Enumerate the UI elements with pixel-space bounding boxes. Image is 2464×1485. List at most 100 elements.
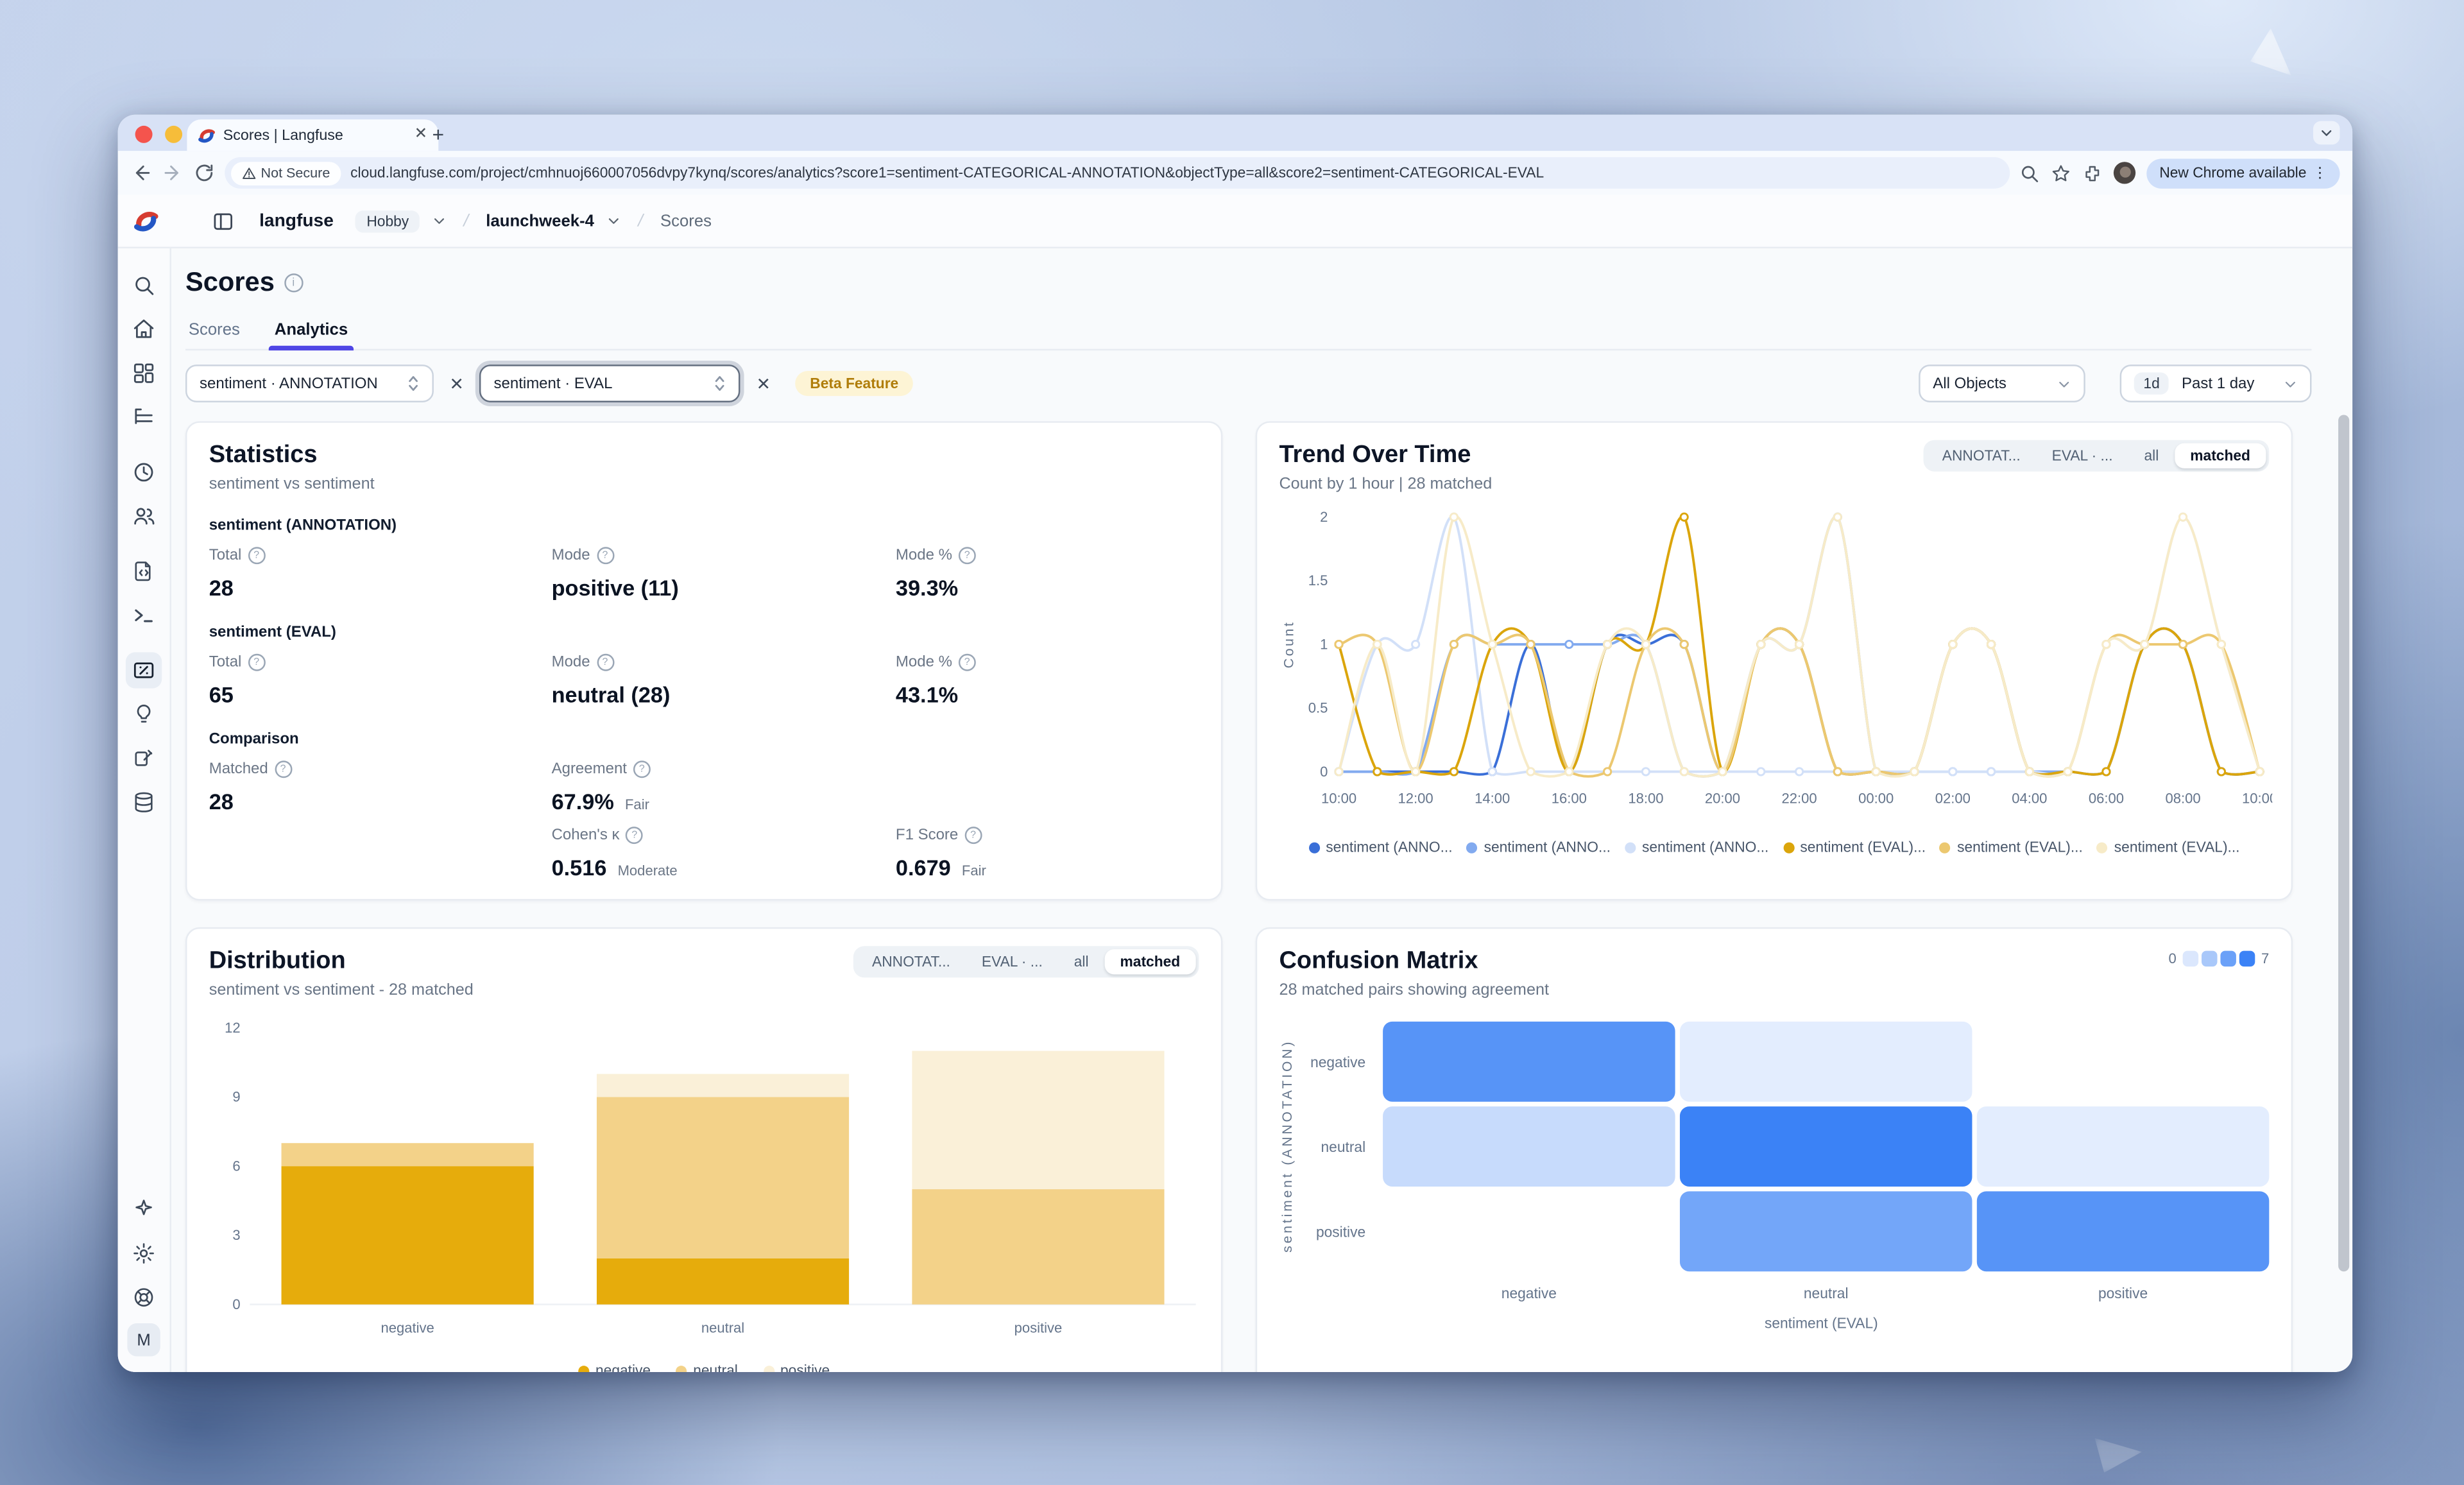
svg-text:18:00: 18:00	[1628, 790, 1663, 806]
sidebar-item-prompts[interactable]	[126, 553, 162, 589]
confusion-cell-negative-positive[interactable]	[1977, 1022, 2270, 1102]
toggle-annotat-[interactable]: ANNOTAT...	[1926, 443, 2036, 468]
confusion-cell-positive-positive[interactable]	[1977, 1191, 2270, 1271]
search-icon	[132, 273, 156, 297]
back-icon[interactable]	[130, 162, 152, 184]
svg-text:14:00: 14:00	[1475, 790, 1510, 806]
toggle-eval-[interactable]: EVAL · ...	[966, 949, 1058, 974]
help-icon[interactable]: ?	[633, 760, 651, 778]
not-secure-label: Not Secure	[261, 165, 330, 180]
score1-value: sentiment · ANNOTATION	[200, 375, 378, 392]
object-type-select[interactable]: All Objects	[1919, 365, 2085, 402]
breadcrumb-separator: /	[462, 211, 471, 230]
browser-tab[interactable]: Scores | Langfuse ✕	[187, 119, 438, 151]
sidebar-item-annotation-queues[interactable]	[126, 740, 162, 776]
score1-select[interactable]: sentiment · ANNOTATION	[185, 365, 434, 402]
toggle-all[interactable]: all	[2128, 443, 2175, 468]
statistics-groups: sentiment (ANNOTATION)Total?28Mode?posit…	[209, 517, 1199, 880]
confusion-cell-negative-negative[interactable]	[1383, 1022, 1675, 1102]
browser-profile-avatar[interactable]	[2114, 162, 2135, 184]
sidebar-item-datasets[interactable]	[126, 784, 162, 820]
confusion-cell-positive-negative[interactable]	[1383, 1191, 1675, 1271]
project-switcher-chevron-icon[interactable]	[607, 214, 621, 228]
toggle-matched[interactable]: matched	[1104, 949, 1196, 974]
not-secure-chip[interactable]: Not Secure	[231, 161, 341, 185]
sidebar-item-home[interactable]	[126, 311, 162, 347]
bookmark-star-icon[interactable]	[2051, 162, 2071, 183]
toggle-all[interactable]: all	[1058, 949, 1104, 974]
stat-qualifier: Moderate	[618, 863, 678, 878]
help-icon[interactable]: ?	[596, 654, 613, 671]
legend-dot	[1625, 841, 1636, 852]
chrome-update-pill[interactable]: New Chrome available ⋮	[2147, 158, 2340, 188]
stat-label: Mode?	[552, 547, 896, 564]
sidebar-item-tracing[interactable]	[126, 399, 162, 435]
sidebar-item-playground[interactable]	[126, 597, 162, 633]
trend-panel: Trend Over Time Count by 1 hour | 28 mat…	[1256, 421, 2293, 900]
org-switcher-chevron-icon[interactable]	[432, 214, 447, 228]
address-bar[interactable]: Not Secure cloud.langfuse.com/project/cm…	[225, 157, 2010, 189]
legend-dot	[763, 1365, 774, 1372]
tab-close-icon[interactable]: ✕	[415, 127, 428, 142]
sidebar-item-support[interactable]	[126, 1279, 162, 1315]
confusion-cell-neutral-neutral[interactable]	[1680, 1106, 1972, 1187]
minimize-window-button[interactable]	[165, 125, 182, 142]
sidebar-item-users[interactable]	[126, 498, 162, 534]
svg-text:1: 1	[1320, 636, 1328, 652]
tab-scores[interactable]: Scores	[185, 314, 243, 349]
help-icon[interactable]: ?	[275, 760, 292, 778]
kebab-menu-icon[interactable]: ⋮	[2313, 164, 2327, 182]
help-icon[interactable]: ?	[248, 654, 265, 671]
sidebar-item-settings[interactable]	[126, 1235, 162, 1271]
remove-score1-button[interactable]: ✕	[447, 373, 467, 394]
sidebar-item-ai-assistant[interactable]	[126, 1191, 162, 1227]
help-icon[interactable]: ?	[964, 827, 982, 844]
help-icon[interactable]: ?	[248, 547, 265, 564]
zoom-page-icon[interactable]	[2019, 162, 2040, 183]
help-icon[interactable]: ?	[959, 654, 976, 671]
stat-metric: Matched?28	[209, 760, 552, 814]
annotation-queues-icon	[132, 746, 156, 770]
stat-metric: Total?28	[209, 547, 552, 600]
forward-icon[interactable]	[162, 162, 184, 184]
tab-analytics[interactable]: Analytics	[271, 314, 351, 349]
stat-metric	[896, 760, 1199, 814]
extensions-icon[interactable]	[2082, 162, 2103, 183]
org-name[interactable]: langfuse	[259, 211, 334, 230]
user-avatar[interactable]: M	[127, 1323, 160, 1356]
confusion-cell-positive-neutral[interactable]	[1680, 1191, 1972, 1271]
close-window-button[interactable]	[135, 125, 153, 142]
sidebar-item-sessions[interactable]	[126, 454, 162, 490]
scale-swatches	[2183, 951, 2255, 966]
sidebar-item-evaluators[interactable]	[126, 696, 162, 732]
project-name[interactable]: launchweek-4	[486, 211, 594, 230]
help-icon[interactable]: ?	[596, 547, 613, 564]
toggle-eval-[interactable]: EVAL · ...	[2036, 443, 2128, 468]
toggle-matched[interactable]: matched	[2175, 443, 2266, 468]
reload-icon[interactable]	[193, 162, 215, 184]
toolbar-actions: New Chrome available ⋮	[2019, 158, 2340, 188]
sidebar-item-dashboard[interactable]	[126, 355, 162, 391]
browser-toolbar: Not Secure cloud.langfuse.com/project/cm…	[118, 151, 2352, 195]
svg-text:1.5: 1.5	[1308, 572, 1328, 588]
distribution-panel: Distribution sentiment vs sentiment - 28…	[185, 927, 1222, 1372]
remove-score2-button[interactable]: ✕	[753, 373, 774, 394]
chevron-down-icon	[2283, 377, 2297, 391]
scrollbar-thumb[interactable]	[2338, 415, 2349, 1272]
help-icon[interactable]: ?	[959, 547, 976, 564]
new-tab-button[interactable]: +	[432, 123, 444, 146]
legend-item: neutral	[676, 1362, 738, 1372]
sidebar-item-scores[interactable]	[126, 652, 162, 688]
date-range-select[interactable]: 1d Past 1 day	[2120, 365, 2312, 402]
stat-metric: Mode?positive (11)	[552, 547, 896, 600]
tab-search-chevron-icon[interactable]	[2313, 121, 2340, 145]
confusion-cell-negative-neutral[interactable]	[1680, 1022, 1972, 1102]
confusion-cell-neutral-positive[interactable]	[1977, 1106, 2270, 1187]
info-icon[interactable]: i	[284, 273, 303, 292]
sidebar-toggle-icon[interactable]	[212, 210, 234, 232]
toggle-annotat-[interactable]: ANNOTAT...	[857, 949, 966, 974]
help-icon[interactable]: ?	[626, 827, 643, 844]
score2-select[interactable]: sentiment · EVAL	[479, 365, 740, 402]
sidebar-item-search[interactable]	[126, 267, 162, 303]
confusion-cell-neutral-negative[interactable]	[1383, 1106, 1675, 1187]
